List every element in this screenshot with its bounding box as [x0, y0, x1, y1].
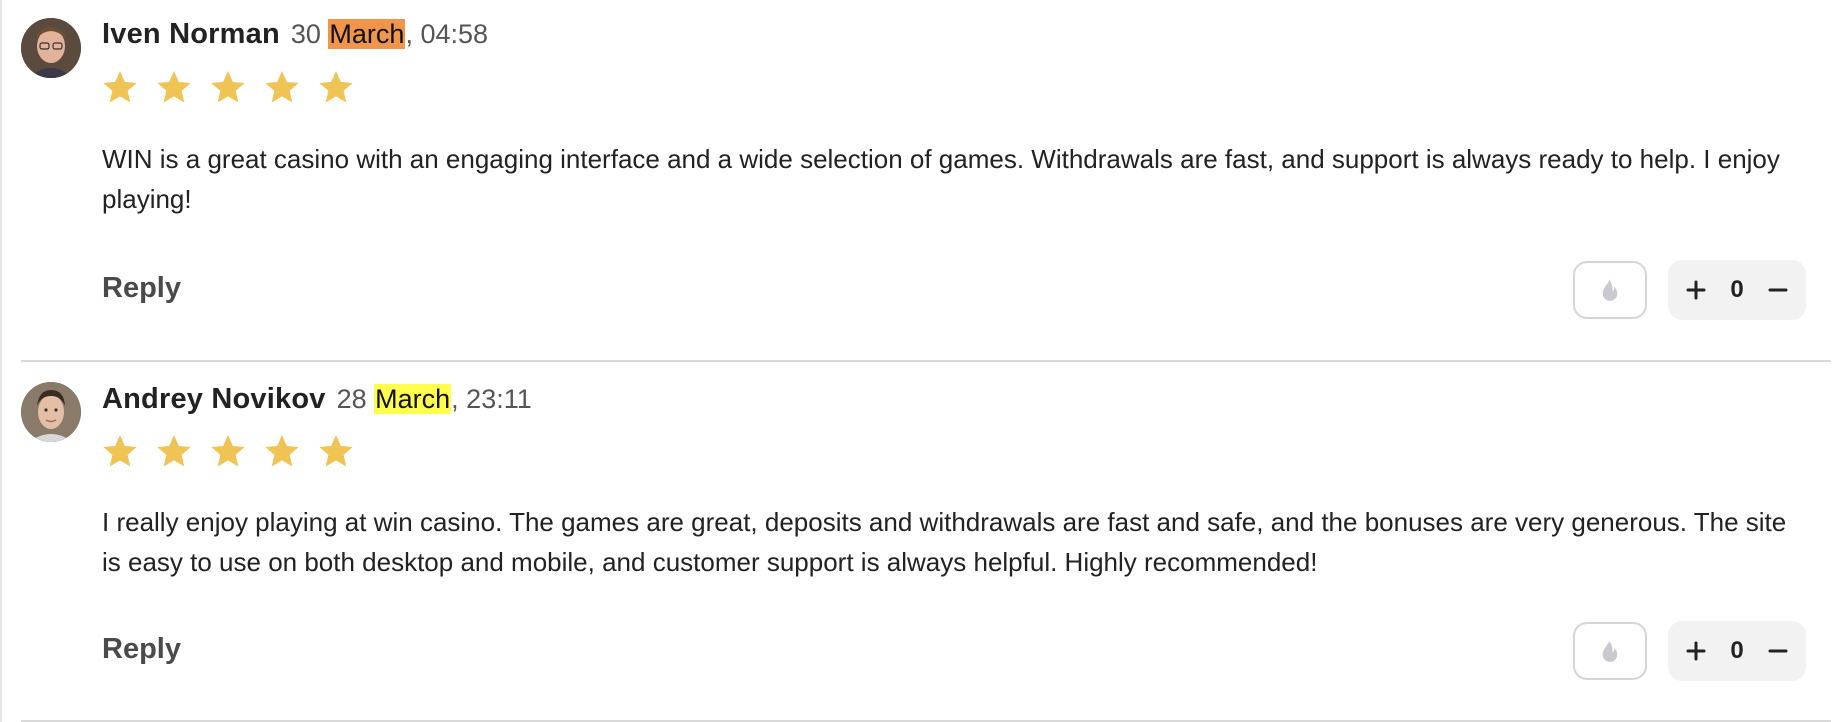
vote-control: 0: [1668, 260, 1806, 320]
date-month-highlight: March: [374, 384, 452, 414]
minus-icon: [1768, 649, 1788, 653]
fire-reaction-button[interactable]: [1573, 622, 1647, 680]
comment-date: 28 March, 23:11: [337, 384, 532, 415]
comment-date: 30 March, 04:58: [291, 19, 488, 50]
fire-reaction-button[interactable]: [1573, 261, 1647, 319]
star-icon: [319, 71, 353, 103]
star-icon: [103, 71, 137, 103]
vote-control: 0: [1668, 621, 1806, 681]
comments-page: Iven Norman 30 March, 04:58 WIN is a gre…: [0, 0, 1840, 722]
star-icon: [211, 71, 245, 103]
minus-icon: [1768, 288, 1788, 292]
avatar[interactable]: [21, 382, 81, 442]
date-day: 28: [336, 384, 367, 414]
star-rating: [100, 432, 356, 472]
date-time: , 04:58: [405, 19, 489, 49]
date-time: , 23:11: [451, 384, 532, 414]
comment-header: Iven Norman 30 March, 04:58: [102, 18, 488, 51]
comment-text: WIN is a great casino with an engaging i…: [102, 144, 1780, 214]
star-icon: [265, 435, 299, 467]
downvote-button[interactable]: [1764, 276, 1792, 304]
fire-icon: [1602, 274, 1618, 301]
vote-count: 0: [1730, 276, 1744, 303]
reply-button[interactable]: Reply: [102, 272, 181, 305]
vote-count: 0: [1730, 637, 1744, 664]
comment-header: Andrey Novikov 28 March, 23:11: [102, 383, 532, 416]
upvote-button[interactable]: [1682, 637, 1710, 665]
star-icon: [103, 435, 137, 467]
star-icon: [319, 435, 353, 467]
star-icon: [157, 71, 191, 103]
plus-icon: [1686, 280, 1706, 300]
reply-button[interactable]: Reply: [102, 633, 181, 666]
plus-icon: [1686, 641, 1706, 661]
star-icon: [157, 435, 191, 467]
star-icon: [211, 435, 245, 467]
comment-item: Iven Norman 30 March, 04:58 WIN is a gre…: [0, 0, 1840, 362]
avatar[interactable]: [21, 18, 81, 78]
star-rating: [100, 68, 356, 108]
author-name[interactable]: Iven Norman: [102, 18, 280, 51]
comment-divider: [21, 360, 1831, 362]
upvote-button[interactable]: [1682, 276, 1710, 304]
date-month-highlight: March: [328, 19, 406, 49]
date-day: 30: [290, 19, 321, 49]
fire-icon: [1602, 635, 1618, 662]
downvote-button[interactable]: [1764, 637, 1792, 665]
comment-text: I really enjoy playing at win casino. Th…: [102, 507, 1787, 577]
author-name[interactable]: Andrey Novikov: [102, 383, 326, 416]
comment-item: Andrey Novikov 28 March, 23:11 I really …: [0, 363, 1840, 722]
star-icon: [265, 71, 299, 103]
